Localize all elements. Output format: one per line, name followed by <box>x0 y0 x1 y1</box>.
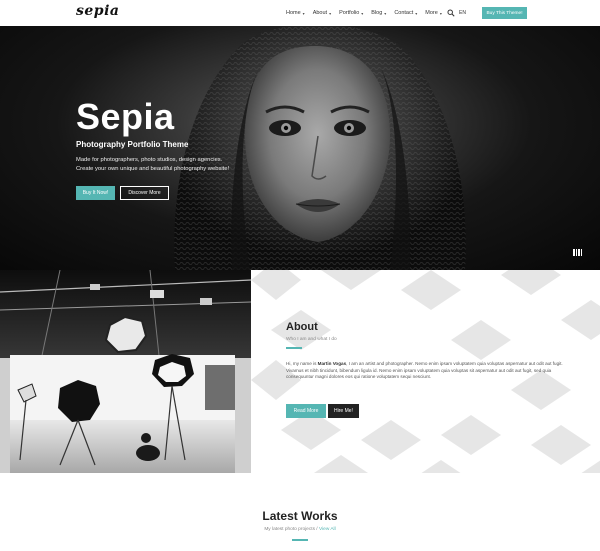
hero-subtitle: Photography Portfolio Theme <box>76 140 189 149</box>
nav-item-home[interactable]: Home ▾ <box>286 10 305 16</box>
nav-label: More <box>425 10 438 16</box>
chevron-down-icon: ▾ <box>415 10 418 16</box>
works-divider <box>292 539 308 541</box>
slider-pause-icon[interactable] <box>573 249 582 256</box>
latest-works-subtitle: My latest photo projects / View All <box>0 527 600 532</box>
hero-desc-line: Create your own unique and beautiful pho… <box>76 166 230 172</box>
chevron-down-icon: ▾ <box>384 10 387 16</box>
hero-title: Sepia <box>76 96 175 137</box>
slider-bar <box>575 249 577 256</box>
view-all-link[interactable]: View All <box>319 527 336 532</box>
nav-label: Contact <box>394 10 414 16</box>
about-author-name: Martin Vogas <box>317 361 347 366</box>
nav-label: Blog <box>371 10 383 16</box>
main-nav: Home ▾ About ▾ Portfolio ▾ Blog ▾ Contact ▾ M… <box>286 0 450 26</box>
hero-desc-line: Made for photographers, photo studios, d… <box>76 157 223 163</box>
chevron-down-icon: ▾ <box>361 10 364 16</box>
language-switcher[interactable]: EN <box>459 10 466 16</box>
hero-slider: Sepia Photography Portfolio Theme Made f… <box>0 26 600 270</box>
latest-works-title: Latest Works <box>262 509 338 523</box>
slider-bar <box>580 249 582 256</box>
about-subtitle: Who I am and what I do <box>286 337 337 342</box>
works-subtitle-text: My latest photo projects / <box>264 527 319 532</box>
language-label: EN <box>459 10 466 16</box>
discover-more-button[interactable]: Discover More <box>120 186 169 200</box>
chevron-down-icon: ▾ <box>439 10 442 16</box>
studio-illustration <box>0 270 251 473</box>
read-more-button[interactable]: Read More <box>286 404 326 418</box>
about-description: Hi, my name is Martin Vogas, I am an art… <box>286 361 576 381</box>
chevron-down-icon: ▾ <box>329 10 332 16</box>
about-text-prefix: Hi, my name is <box>286 361 318 366</box>
site-logo[interactable]: sepia <box>76 3 119 19</box>
slider-bar <box>578 249 580 256</box>
studio-photo <box>0 270 251 473</box>
slider-bar <box>573 249 575 256</box>
about-title: About <box>286 321 318 333</box>
nav-label: Home <box>286 10 301 16</box>
about-divider <box>286 347 302 349</box>
buy-now-button[interactable]: Buy It Now! <box>76 186 115 200</box>
nav-label: About <box>312 10 328 16</box>
chevron-down-icon: ▾ <box>302 10 305 16</box>
buy-theme-button[interactable]: Buy This Theme! <box>482 7 527 19</box>
nav-item-portfolio[interactable]: Portfolio ▾ <box>339 10 363 16</box>
nav-item-contact[interactable]: Contact ▾ <box>394 10 417 16</box>
nav-item-blog[interactable]: Blog ▾ <box>371 10 386 16</box>
site-header: sepia Home ▾ About ▾ Portfolio ▾ Blog ▾ Cont… <box>0 0 600 26</box>
hero-description: Made for photographers, photo studios, d… <box>76 156 296 174</box>
nav-item-more[interactable]: More ▾ <box>425 10 442 16</box>
search-icon[interactable] <box>447 9 455 17</box>
hire-me-button[interactable]: Hire Me! <box>328 404 359 418</box>
nav-item-about[interactable]: About ▾ <box>313 10 331 16</box>
nav-label: Portfolio <box>339 10 360 16</box>
